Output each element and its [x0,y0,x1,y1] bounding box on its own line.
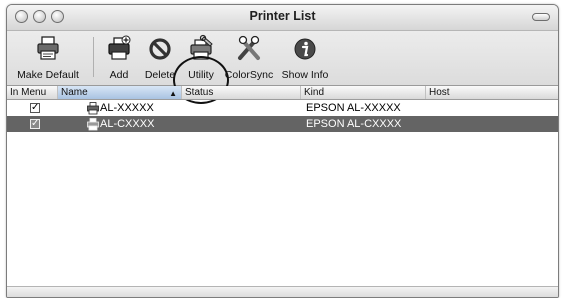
colorsync-label: ColorSync [224,69,274,81]
toolbar-separator [93,37,94,77]
column-header-name[interactable]: Name ▲ [58,86,182,99]
in-menu-checkbox[interactable]: ✓ [30,103,40,113]
printer-add-icon [108,35,131,60]
no-entry-icon [149,38,171,60]
printer-kind: EPSON AL-XXXXX [306,102,401,114]
printer-icon [87,101,99,114]
table-row[interactable]: ✓ AL-XXXXX EPSON AL-XXXXX [7,100,558,116]
printer-icon [37,36,59,60]
toolbar-toggle-button[interactable] [532,13,550,21]
add-button[interactable]: Add [103,31,135,85]
show-info-label: Show Info [281,69,329,81]
table-row-selected[interactable]: ✓ AL-CXXXX EPSON AL-CXXXX [7,116,558,132]
colorsync-icon [238,35,260,60]
printer-row-icon [87,100,99,116]
column-header-name-label: Name [61,87,88,98]
make-default-button[interactable]: Make Default [11,31,85,85]
make-default-label: Make Default [17,69,79,81]
printer-name: AL-CXXXX [100,118,155,130]
window-title: Printer List [249,9,316,23]
sort-ascending-icon: ▲ [169,89,177,98]
toolbar: Make Default Add Delete Utility ColorSyn… [7,31,558,104]
add-label: Add [109,69,129,81]
info-icon [294,38,316,60]
in-menu-checkbox[interactable]: ✓ [30,119,40,129]
colorsync-button[interactable]: ColorSync [223,31,275,85]
column-header-host[interactable]: Host [426,86,558,99]
printer-name: AL-XXXXX [100,102,154,114]
column-header-in-menu[interactable]: In Menu [7,86,58,99]
printer-utility-icon [87,117,99,130]
printer-kind: EPSON AL-CXXXX [306,118,402,130]
column-header-status[interactable]: Status [182,86,301,99]
show-info-button[interactable]: Show Info [279,31,331,85]
printer-list-window: Printer List Make Default Add Delete Uti… [6,4,559,298]
column-header-kind[interactable]: Kind [301,86,426,99]
printer-row-icon [87,116,99,132]
window-bottom-bar [7,286,558,297]
title-bar[interactable]: Printer List [7,5,558,31]
table-header: In Menu Name ▲ Status Kind Host [7,86,558,100]
